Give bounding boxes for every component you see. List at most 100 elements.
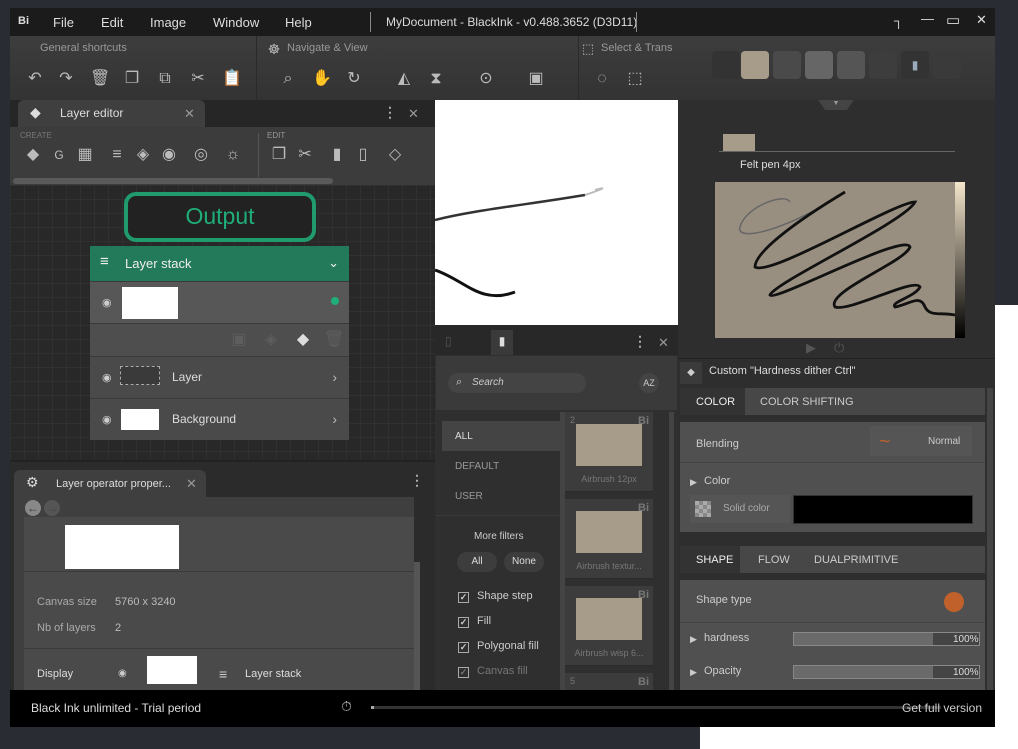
get-full-version-button[interactable]: Get full version — [902, 701, 982, 715]
brush-item[interactable]: Bi Airbrush textur... — [565, 499, 653, 579]
eye-icon[interactable]: ◉ — [102, 371, 112, 384]
tab-shape[interactable]: SHAPE — [696, 554, 733, 566]
pressure-slider[interactable] — [955, 182, 965, 338]
brush-tool-airbrush[interactable] — [805, 51, 833, 79]
close-panel-icon[interactable]: ✕ — [658, 335, 669, 351]
expand-triangle-icon[interactable]: ▶ — [690, 667, 697, 678]
filter-shape-step[interactable]: ✓ Shape step — [458, 590, 533, 603]
sort-button[interactable]: AZ — [639, 373, 659, 393]
forward-button[interactable]: → — [44, 500, 60, 516]
shape-type-round[interactable] — [944, 592, 964, 612]
brushes-scrollbar[interactable] — [669, 412, 674, 690]
tab-flow[interactable]: FLOW — [758, 554, 790, 566]
display-target[interactable]: Layer stack — [245, 668, 301, 680]
copy-layer-icon[interactable]: ❐ — [270, 146, 288, 164]
close-tab-icon[interactable]: ✕ — [184, 106, 195, 122]
brush-item[interactable]: 2 Bi Airbrush 12px — [565, 412, 653, 492]
output-node[interactable]: Output — [124, 192, 316, 242]
maximize-button[interactable]: ▭ — [946, 11, 960, 29]
scissors-icon[interactable]: ✂ — [189, 70, 207, 88]
paste-special-icon[interactable]: ▯ — [354, 146, 372, 164]
gradient-icon[interactable]: ▦ — [76, 146, 94, 164]
tab-layer-operator-properties[interactable]: ⚙ Layer operator proper... ✕ — [14, 470, 206, 497]
toolbar-scrollbar[interactable] — [13, 178, 333, 184]
menu-help[interactable]: Help — [285, 15, 312, 30]
zoom-fit-icon[interactable]: ⊙ — [477, 70, 495, 88]
brush-preview[interactable] — [715, 182, 965, 338]
opacity-slider[interactable] — [793, 665, 980, 679]
brush-tool-charcoal[interactable] — [773, 51, 801, 79]
close-panel-icon[interactable]: ✕ — [408, 106, 419, 122]
eye-icon[interactable]: ◉ — [118, 668, 127, 679]
copy-icon[interactable]: ❐ — [123, 70, 141, 88]
layer-stack-node[interactable]: ≡ Layer stack ⌄ ◉ ▣ ◈ ◆ 🗑 ◉ Layer › ◉ Ba… — [90, 246, 349, 440]
minimize-button[interactable]: — — [921, 11, 934, 26]
zoom-icon[interactable]: ⌕ — [279, 70, 297, 88]
new-group-icon[interactable]: G — [50, 146, 68, 164]
expand-triangle-icon[interactable]: ▶ — [690, 477, 697, 488]
new-layer-icon[interactable]: ◆ — [24, 146, 42, 164]
mask-icon[interactable]: ▣ — [230, 331, 248, 349]
brush-item[interactable]: Bi Airbrush wisp 6... — [565, 586, 653, 666]
layer-row[interactable]: ◉ Layer › — [90, 356, 349, 398]
panel-menu-icon[interactable]: ⋮ — [383, 104, 397, 121]
node-graph[interactable]: Output ≡ Layer stack ⌄ ◉ ▣ ◈ ◆ 🗑 ◉ Layer… — [10, 185, 435, 460]
category-user[interactable]: USER — [455, 491, 483, 502]
eraser-icon[interactable]: ▮ — [901, 51, 929, 79]
transform-icon[interactable]: ⬚ — [626, 70, 644, 88]
chevron-right-icon[interactable]: › — [332, 369, 337, 385]
search-input[interactable]: ⌕ Search — [448, 373, 586, 393]
tab-icon[interactable]: ▯ — [445, 334, 452, 348]
category-all[interactable]: ALL — [442, 421, 560, 451]
lasso-icon[interactable]: ◌ — [593, 70, 611, 88]
fill-layer-icon[interactable]: ◈ — [134, 146, 152, 164]
eye-icon[interactable]: ◉ — [102, 413, 112, 426]
trash-icon[interactable]: 🗑 — [90, 70, 110, 88]
filter-all-button[interactable]: All — [457, 552, 497, 572]
layer-stack-header[interactable]: ≡ Layer stack ⌄ — [90, 246, 349, 281]
stack-icon[interactable]: ◈ — [262, 331, 280, 349]
cut-layer-icon[interactable]: ✂ — [296, 146, 314, 164]
tab-color-shifting[interactable]: COLOR SHIFTING — [760, 396, 854, 408]
paste-icon[interactable]: ▮ — [328, 146, 346, 164]
settings-scrollbar[interactable] — [987, 388, 993, 690]
clipboard-icon[interactable]: 📋 — [222, 70, 242, 88]
brightness-icon[interactable]: ☼ — [224, 146, 242, 164]
preset-icon[interactable]: ◆ — [680, 362, 702, 384]
brush-tool-other[interactable] — [933, 51, 961, 79]
brush-tool-paintbrush[interactable] — [712, 51, 740, 79]
menu-window[interactable]: Window — [213, 15, 259, 30]
tab-layer-editor[interactable]: ◆ Layer editor ✕ — [18, 100, 205, 127]
play-icon[interactable]: ▶ — [806, 340, 816, 356]
filter-fill[interactable]: ✓ Fill — [458, 615, 491, 628]
properties-scrollbar[interactable] — [414, 562, 420, 690]
panel-menu-icon[interactable]: ⋮ — [633, 333, 647, 350]
panel-menu-icon[interactable]: ⋮ — [410, 472, 424, 489]
tab-icon-active[interactable]: ▮ — [491, 330, 513, 355]
undo-icon[interactable]: ↶ — [26, 70, 44, 88]
brush-tool-pattern[interactable] — [837, 51, 865, 79]
color-swatch[interactable] — [793, 495, 973, 524]
layer-stack-icon[interactable]: ≡ — [108, 146, 126, 164]
menu-file[interactable]: File — [53, 15, 74, 30]
brush-tool-smudge[interactable] — [869, 51, 897, 79]
menu-edit[interactable]: Edit — [101, 15, 123, 30]
expand-triangle-icon[interactable]: ▶ — [690, 634, 697, 645]
tab-dualprimitive[interactable]: DUALPRIMITIVE — [814, 554, 898, 566]
add-layer-icon[interactable]: ◆ — [294, 331, 312, 349]
back-button[interactable]: ← — [25, 500, 41, 516]
view-icon[interactable]: ◎ — [192, 146, 210, 164]
layer-row-active[interactable]: ◉ — [90, 281, 349, 323]
flip-horizontal-icon[interactable]: ◭ — [395, 70, 413, 88]
fullscreen-icon[interactable]: ▣ — [527, 70, 545, 88]
hardness-slider[interactable] — [793, 632, 980, 646]
close-tab-icon[interactable]: ✕ — [186, 476, 197, 492]
restore-corner-icon[interactable]: ┐ — [894, 13, 903, 28]
chevron-down-icon[interactable]: ⌄ — [328, 255, 339, 271]
filter-canvas-fill[interactable]: ✓ Canvas fill — [458, 665, 528, 678]
power-icon[interactable]: ⏻ — [834, 340, 844, 356]
param-hardness[interactable]: ▶ hardness 100% — [680, 623, 985, 655]
layer-row[interactable]: ◉ Background › — [90, 398, 349, 440]
chevron-right-icon[interactable]: › — [332, 411, 337, 427]
tab-color[interactable]: COLOR — [696, 396, 735, 408]
